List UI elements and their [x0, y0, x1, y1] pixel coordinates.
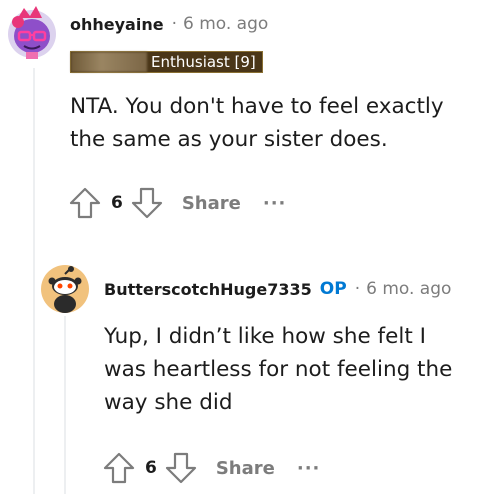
comment-1-header: ohheyaine · 6 mo. ago — [70, 12, 268, 36]
comment-1-avatar[interactable] — [4, 4, 60, 60]
comment-1-timestamp[interactable]: 6 mo. ago — [183, 14, 268, 34]
comment-1-body-line-1: NTA. You don't have to feel exactly — [70, 94, 444, 119]
comment-1-vote-count: 6 — [111, 193, 123, 213]
comment-1-actions: 6 Share ··· — [68, 186, 286, 220]
comment-1-body: NTA. You don't have to feel exactly the … — [70, 90, 444, 156]
flair-text: Enthusiast [9] — [151, 53, 256, 71]
comment-2-thread-line[interactable] — [64, 316, 66, 494]
upvote-icon[interactable] — [68, 186, 102, 220]
comment-2-actions: 6 Share ··· — [102, 451, 320, 485]
comment-2-body-line-2: was heartless for not feeling the — [104, 357, 453, 382]
flair-redacted-area — [71, 52, 147, 72]
comment-1-body-line-2: the same as your sister does. — [70, 127, 388, 152]
comment-2-more-options-icon[interactable]: ··· — [297, 458, 321, 479]
comment-2-separator: · — [354, 279, 361, 299]
comment-2-header: ButterscotchHuge7335 OP · 6 mo. ago — [104, 277, 451, 301]
comment-1-share-button[interactable]: Share — [182, 193, 241, 214]
comment-2-body-line-1: Yup, I didn’t like how she felt I — [104, 324, 426, 349]
comment-2-vote-count: 6 — [145, 458, 157, 478]
comment-2-body: Yup, I didn’t like how she felt I was he… — [104, 320, 452, 419]
upvote-icon[interactable] — [102, 451, 136, 485]
comment-2-avatar[interactable] — [40, 264, 90, 314]
comment-2-body-line-3: way she did — [104, 390, 233, 415]
downvote-icon[interactable] — [130, 186, 164, 220]
comment-2-username[interactable]: ButterscotchHuge7335 — [104, 280, 312, 299]
comment-2-share-button[interactable]: Share — [216, 458, 275, 479]
comment-1-user-flair: Enthusiast [9] — [70, 51, 263, 73]
comment-1-more-options-icon[interactable]: ··· — [263, 193, 287, 214]
op-badge: OP — [319, 279, 347, 299]
comment-1-thread-line[interactable] — [33, 68, 35, 494]
comment-1-separator: · — [171, 14, 177, 34]
comment-1-username[interactable]: ohheyaine — [70, 15, 164, 34]
downvote-icon[interactable] — [164, 451, 198, 485]
comment-2-timestamp[interactable]: 6 mo. ago — [366, 279, 451, 299]
